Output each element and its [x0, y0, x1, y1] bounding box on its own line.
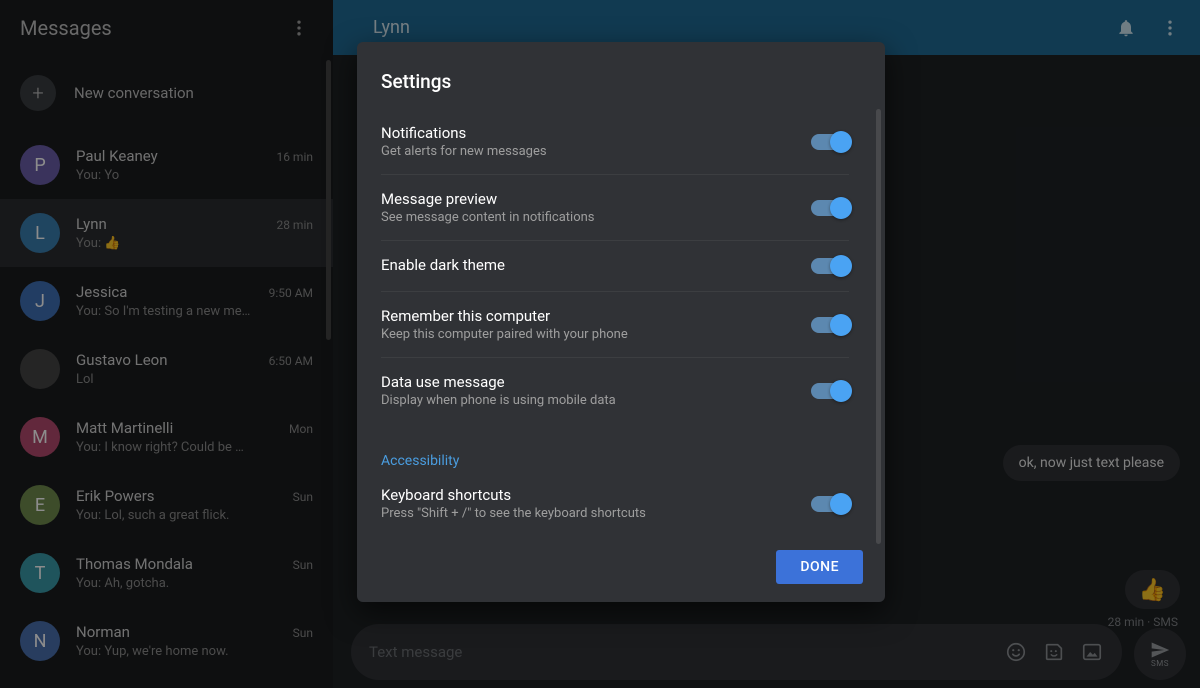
setting-title: Data use message [381, 373, 791, 391]
toggle-switch[interactable] [811, 317, 849, 333]
settings-title: Settings [357, 70, 885, 109]
settings-modal: Settings Notifications Get alerts for new… [357, 42, 885, 602]
setting-subtitle: Keep this computer paired with your phon… [381, 327, 791, 342]
setting-title: Enable dark theme [381, 256, 791, 274]
setting-row[interactable]: Message preview See message content in no… [381, 175, 849, 241]
toggle-switch[interactable] [811, 496, 849, 512]
setting-row[interactable]: Enable dark theme [381, 241, 849, 292]
setting-row[interactable]: Notifications Get alerts for new messages [381, 109, 849, 175]
toggle-switch[interactable] [811, 383, 849, 399]
setting-title: Keyboard shortcuts [381, 486, 791, 504]
setting-title: Message preview [381, 190, 791, 208]
toggle-switch[interactable] [811, 134, 849, 150]
modal-scrollbar[interactable] [876, 109, 881, 544]
setting-row[interactable]: Data use message Display when phone is us… [381, 358, 849, 423]
setting-subtitle: See message content in notifications [381, 210, 791, 225]
toggle-switch[interactable] [811, 200, 849, 216]
setting-subtitle: Get alerts for new messages [381, 144, 791, 159]
setting-row[interactable]: Keyboard shortcuts Press "Shift + /" to s… [381, 471, 849, 536]
done-button[interactable]: DONE [776, 550, 863, 584]
setting-subtitle: Press "Shift + /" to see the keyboard sh… [381, 506, 791, 521]
setting-title: Notifications [381, 124, 791, 142]
toggle-switch[interactable] [811, 258, 849, 274]
accessibility-section-label: Accessibility [381, 443, 849, 471]
setting-row[interactable]: Remember this computer Keep this computer… [381, 292, 849, 358]
setting-title: Remember this computer [381, 307, 791, 325]
setting-subtitle: Display when phone is using mobile data [381, 393, 791, 408]
